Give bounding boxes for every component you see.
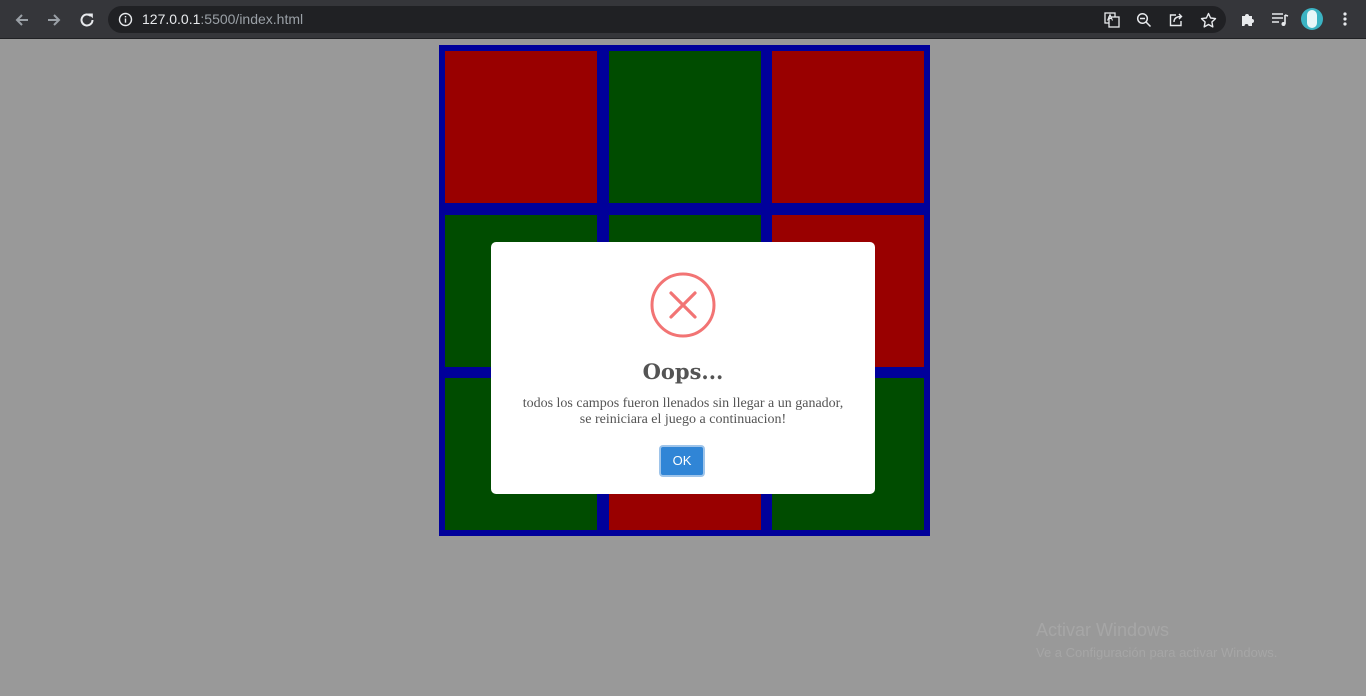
url-text: 127.0.0.1:5500/index.html (142, 11, 303, 28)
dialog-title: Oops... (642, 359, 724, 384)
share-icon (1169, 13, 1183, 27)
avatar-face (1307, 10, 1317, 28)
share-button[interactable] (1166, 10, 1186, 30)
dialog-message: todos los campos fueron llenados sin lle… (491, 396, 875, 428)
info-icon[interactable] (118, 12, 133, 27)
playlist-icon (1272, 13, 1289, 26)
zoom-out-icon (1136, 12, 1152, 28)
reload-button[interactable] (75, 8, 99, 32)
avatar[interactable] (1301, 8, 1323, 30)
activation-watermark-title: Activar Windows (1036, 620, 1170, 640)
zoom-button[interactable] (1134, 10, 1154, 30)
kebab-menu-icon (1343, 12, 1347, 26)
error-x-icon (650, 272, 716, 338)
alert-dialog: Oops... todos los campos fueron llenados… (491, 242, 875, 494)
bookmark-button[interactable] (1198, 10, 1218, 30)
star-icon (1200, 12, 1216, 28)
arrow-right-icon (48, 14, 61, 26)
ok-button[interactable]: OK (659, 445, 705, 477)
puzzle-icon (1242, 14, 1254, 26)
reload-icon (80, 13, 94, 27)
url-path: :5500/index.html (200, 11, 304, 27)
dialog-message-line-1: todos los campos fueron llenados sin lle… (522, 396, 844, 411)
translate-icon (1104, 12, 1120, 28)
arrow-left-icon (15, 14, 28, 26)
forward-button[interactable] (42, 8, 66, 32)
back-button[interactable] (10, 8, 34, 32)
address-bar[interactable]: 127.0.0.1:5500/index.html (108, 6, 1226, 33)
browser-toolbar: 127.0.0.1:5500/index.html (0, 0, 1366, 39)
translate-button[interactable] (1102, 10, 1122, 30)
extensions-button[interactable] (1238, 9, 1258, 29)
dialog-message-line-2: se reiniciara el juego a continuacion! (579, 412, 787, 427)
url-host: 127.0.0.1 (142, 11, 201, 27)
activation-watermark-subtitle: Ve a Configuración para activar Windows. (1036, 645, 1278, 660)
media-button[interactable] (1270, 9, 1290, 29)
menu-button[interactable] (1335, 9, 1355, 29)
